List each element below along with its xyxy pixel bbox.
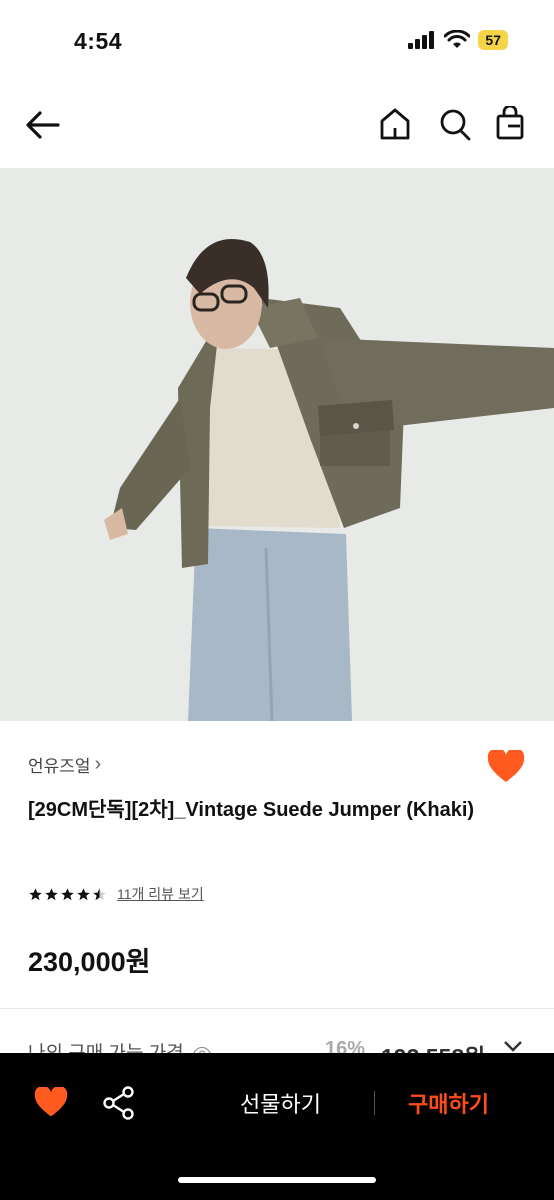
product-photo xyxy=(0,168,554,721)
product-image[interactable] xyxy=(0,168,554,721)
product-price: 230,000원 xyxy=(28,947,151,977)
battery-indicator: 57 xyxy=(478,30,508,50)
wifi-icon xyxy=(444,30,471,48)
search-icon[interactable] xyxy=(438,106,472,142)
rating-row: 11개 리뷰 보기 xyxy=(28,884,204,904)
heart-icon[interactable] xyxy=(487,750,525,784)
divider xyxy=(374,1091,375,1115)
status-bar: 4:54 57 xyxy=(0,0,554,84)
shopping-bag-icon[interactable] xyxy=(494,106,528,142)
buy-button[interactable]: 구매하기 xyxy=(408,1087,489,1119)
status-time: 4:54 xyxy=(74,28,123,54)
half-star-icon xyxy=(93,887,106,900)
divider xyxy=(0,1008,554,1009)
product-info: 언유즈얼 › xyxy=(28,752,528,777)
star-icon xyxy=(29,887,42,900)
home-indicator xyxy=(178,1177,376,1183)
nav-bar xyxy=(0,96,554,156)
star-icon xyxy=(61,887,74,900)
heart-icon[interactable] xyxy=(34,1087,68,1119)
home-icon[interactable] xyxy=(378,106,412,142)
brand-link[interactable]: 언유즈얼 › xyxy=(28,752,528,777)
product-title: [29CM단독][2차]_Vintage Suede Jumper (Khaki… xyxy=(28,799,475,821)
signal-icon xyxy=(408,31,435,49)
chevron-right-icon: › xyxy=(94,753,102,775)
star-icon xyxy=(77,887,90,900)
arrow-left-icon[interactable] xyxy=(24,108,62,142)
review-link[interactable]: 11개 리뷰 보기 xyxy=(117,884,204,904)
share-icon[interactable] xyxy=(102,1085,136,1121)
chevron-down-icon[interactable] xyxy=(502,1038,524,1054)
gift-button[interactable]: 선물하기 xyxy=(240,1087,321,1119)
status-icons: 57 xyxy=(408,30,508,50)
star-icon xyxy=(45,887,58,900)
star-rating xyxy=(28,887,107,902)
brand-name: 언유즈얼 xyxy=(28,757,91,776)
